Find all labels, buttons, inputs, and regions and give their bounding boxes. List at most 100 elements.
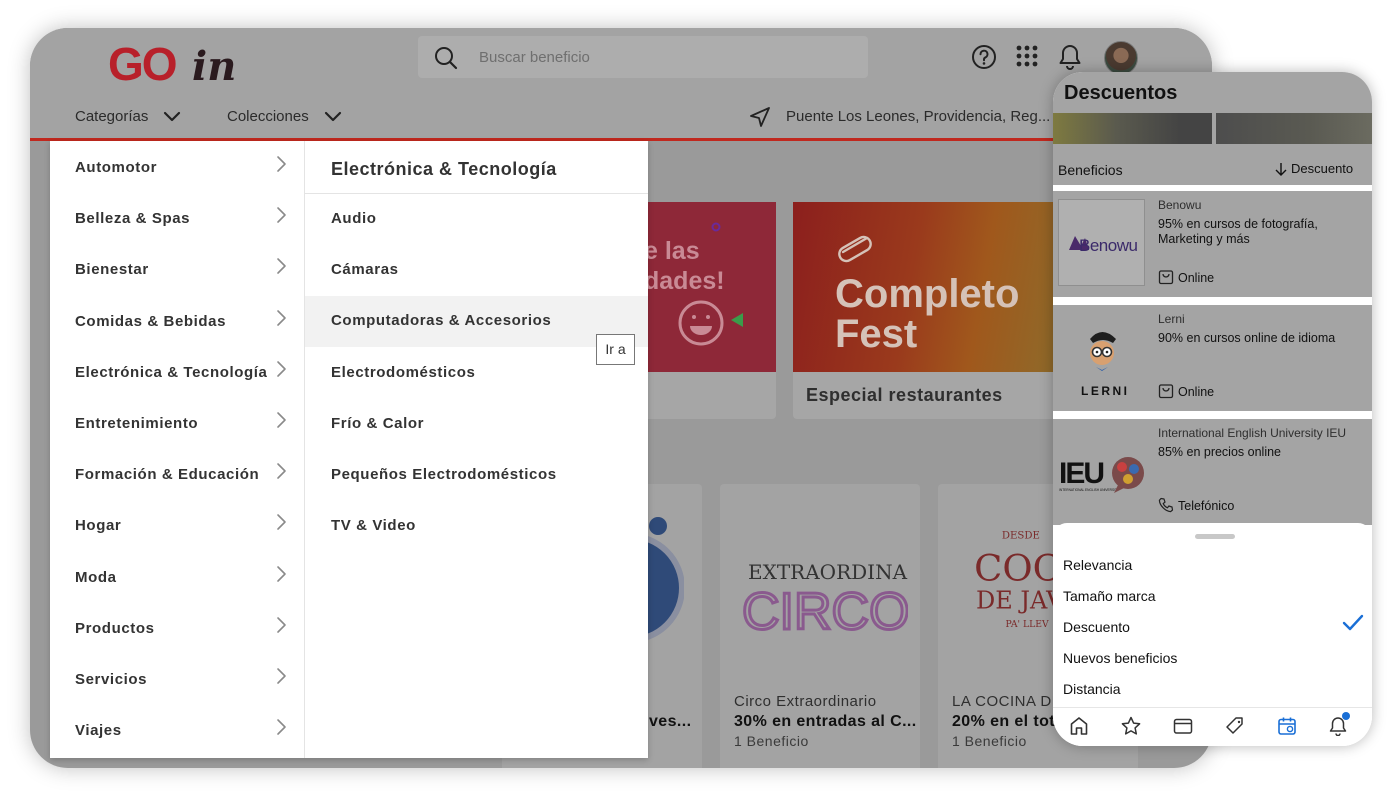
sort-button[interactable]: Descuento	[1275, 161, 1354, 176]
category-item[interactable]: Comidas & Bebidas	[50, 295, 305, 346]
ieu-logo: IEU INTERNATIONAL ENGLISH UNIVERSITY	[1058, 427, 1145, 514]
category-item[interactable]: Bienestar	[50, 243, 305, 294]
wallet-icon[interactable]	[1173, 716, 1193, 736]
calendar-icon[interactable]	[1277, 716, 1297, 736]
chevron-down-icon	[163, 111, 181, 122]
category-list: Automotor Belleza & Spas Bienestar Comidas …	[50, 141, 305, 758]
subcategory-item[interactable]: Frío & Calor	[305, 399, 648, 450]
category-label: Electrónica & Tecnología	[75, 363, 268, 381]
chevron-right-icon	[277, 156, 286, 172]
logo-text: IEU	[1059, 457, 1103, 490]
sort-option[interactable]: Descuento	[1063, 619, 1130, 635]
channel-label: Online	[1178, 385, 1215, 399]
star-icon[interactable]	[1121, 716, 1141, 736]
category-item[interactable]: Electrónica & Tecnología	[50, 346, 305, 397]
smiley-icon	[678, 300, 724, 346]
deal-title: 20% en el tota	[952, 713, 1065, 730]
mobile-header: Descuentos	[1053, 72, 1372, 152]
chevron-right-icon	[277, 258, 286, 275]
benefit-channel: Online	[1158, 269, 1214, 285]
deal-brand-name: LA COCINA DE	[952, 693, 1063, 710]
shopping-bag-icon	[1158, 384, 1174, 399]
category-label: Hogar	[75, 517, 122, 535]
category-item[interactable]: Hogar	[50, 499, 305, 550]
logo-text: Benowu	[1079, 236, 1137, 255]
search-input[interactable]: Buscar beneficio	[418, 36, 868, 78]
dot-icon	[711, 222, 721, 232]
nav-categorias[interactable]: Categorías	[75, 108, 148, 125]
logo-text: EXTRAORDINARIO	[748, 560, 908, 584]
channel-label: Online	[1178, 271, 1215, 285]
chevron-right-icon	[277, 412, 286, 428]
categories-dropdown: Automotor Belleza & Spas Bienestar Comidas …	[50, 141, 648, 758]
category-item[interactable]: Formación & Educación	[50, 448, 305, 499]
logo-text: DESDE	[1002, 530, 1040, 541]
subcategory-label: Pequeños Electrodomésticos	[331, 466, 557, 483]
benefit-card[interactable]: LERNI Lerni 90% en cursos online de idio…	[1053, 305, 1372, 411]
category-label: Bienestar	[75, 261, 149, 279]
mobile-tab-bar	[1053, 707, 1372, 746]
logo-text: INTERNATIONAL ENGLISH UNIVERSITY	[1059, 488, 1120, 492]
phone-icon	[1158, 497, 1174, 513]
results-bar: Beneficios Descuento	[1053, 152, 1372, 185]
goin-logo[interactable]: GO in	[108, 34, 248, 90]
category-label: Productos	[75, 619, 155, 637]
arrow-down-icon	[1275, 163, 1287, 176]
sort-option[interactable]: Relevancia	[1063, 557, 1132, 573]
benefit-card[interactable]: Benowu Benowu 95% en cursos de fotografí…	[1053, 191, 1372, 297]
benefit-card[interactable]: IEU INTERNATIONAL ENGLISH UNIVERSITY Inte…	[1053, 419, 1372, 525]
apps-grid-icon[interactable]	[1015, 44, 1039, 68]
promo-banner-image: e las dades!	[630, 202, 776, 372]
avatar[interactable]	[1104, 41, 1138, 75]
help-icon[interactable]	[971, 44, 997, 70]
deal-count: 1 Beneficio	[734, 733, 809, 749]
location-arrow-icon[interactable]	[749, 106, 771, 128]
category-label: Formación & Educación	[75, 466, 260, 484]
subcategory-label: Computadoras & Accesorios	[331, 312, 552, 330]
subcategory-label: Electrodomésticos	[331, 363, 476, 381]
logo-text: PA' LLEV	[1006, 619, 1049, 630]
bell-icon[interactable]	[1058, 44, 1082, 70]
sort-option[interactable]: Distancia	[1063, 681, 1121, 697]
chevron-right-icon	[277, 207, 286, 223]
category-item[interactable]: Belleza & Spas	[50, 192, 305, 243]
subcategory-item[interactable]: Pequeños Electrodomésticos	[305, 450, 648, 501]
subcategory-item[interactable]: Cámaras	[305, 245, 648, 296]
chevron-right-icon	[277, 360, 286, 377]
sort-option[interactable]: Nuevos beneficios	[1063, 650, 1177, 666]
benefit-description: 90% en cursos online de idioma	[1158, 331, 1336, 345]
category-item[interactable]: Productos	[50, 602, 305, 653]
category-label: Belleza & Spas	[75, 210, 191, 228]
subcategory-item[interactable]: Audio	[305, 194, 648, 245]
benefit-brand: Benowu	[1158, 198, 1202, 212]
deal-brand-name: Circo Extraordinario	[734, 693, 877, 710]
sort-option[interactable]: Tamaño marca	[1063, 588, 1156, 604]
benowu-logo: Benowu	[1058, 199, 1145, 286]
category-item[interactable]: Servicios	[50, 653, 305, 704]
results-label: Beneficios	[1058, 162, 1123, 178]
category-item[interactable]: Entretenimiento	[50, 397, 305, 448]
category-item[interactable]: Moda	[50, 551, 305, 602]
category-label: Viajes	[75, 722, 122, 740]
location-text[interactable]: Puente Los Leones, Providencia, Reg...	[786, 108, 1050, 125]
category-item[interactable]: Viajes	[50, 704, 305, 755]
category-item[interactable]: Automotor	[50, 141, 305, 192]
notification-badge	[1342, 712, 1350, 720]
deal-title-partial: ves...	[649, 713, 692, 730]
category-label: Entretenimiento	[75, 415, 199, 432]
benefit-brand: International English University IEU	[1158, 426, 1347, 440]
sort-button-label: Descuento	[1291, 161, 1354, 176]
subcategory-item[interactable]: TV & Video	[305, 501, 648, 552]
nav-colecciones[interactable]: Colecciones	[227, 108, 309, 125]
category-label: Servicios	[75, 671, 148, 688]
tag-icon[interactable]	[1225, 716, 1245, 736]
subcategory-label: Audio	[331, 210, 377, 227]
svg-text:GO: GO	[108, 38, 176, 90]
home-icon[interactable]	[1070, 716, 1088, 736]
shopping-bag-icon	[1158, 270, 1174, 285]
search-icon	[435, 47, 458, 70]
chevron-down-icon	[324, 111, 342, 122]
benefit-channel: Telefónico	[1158, 497, 1234, 513]
sheet-drag-handle[interactable]	[1195, 534, 1235, 539]
deal-card[interactable]: EXTRAORDINARIO CIRCO Circo Extraordinari…	[720, 484, 920, 768]
